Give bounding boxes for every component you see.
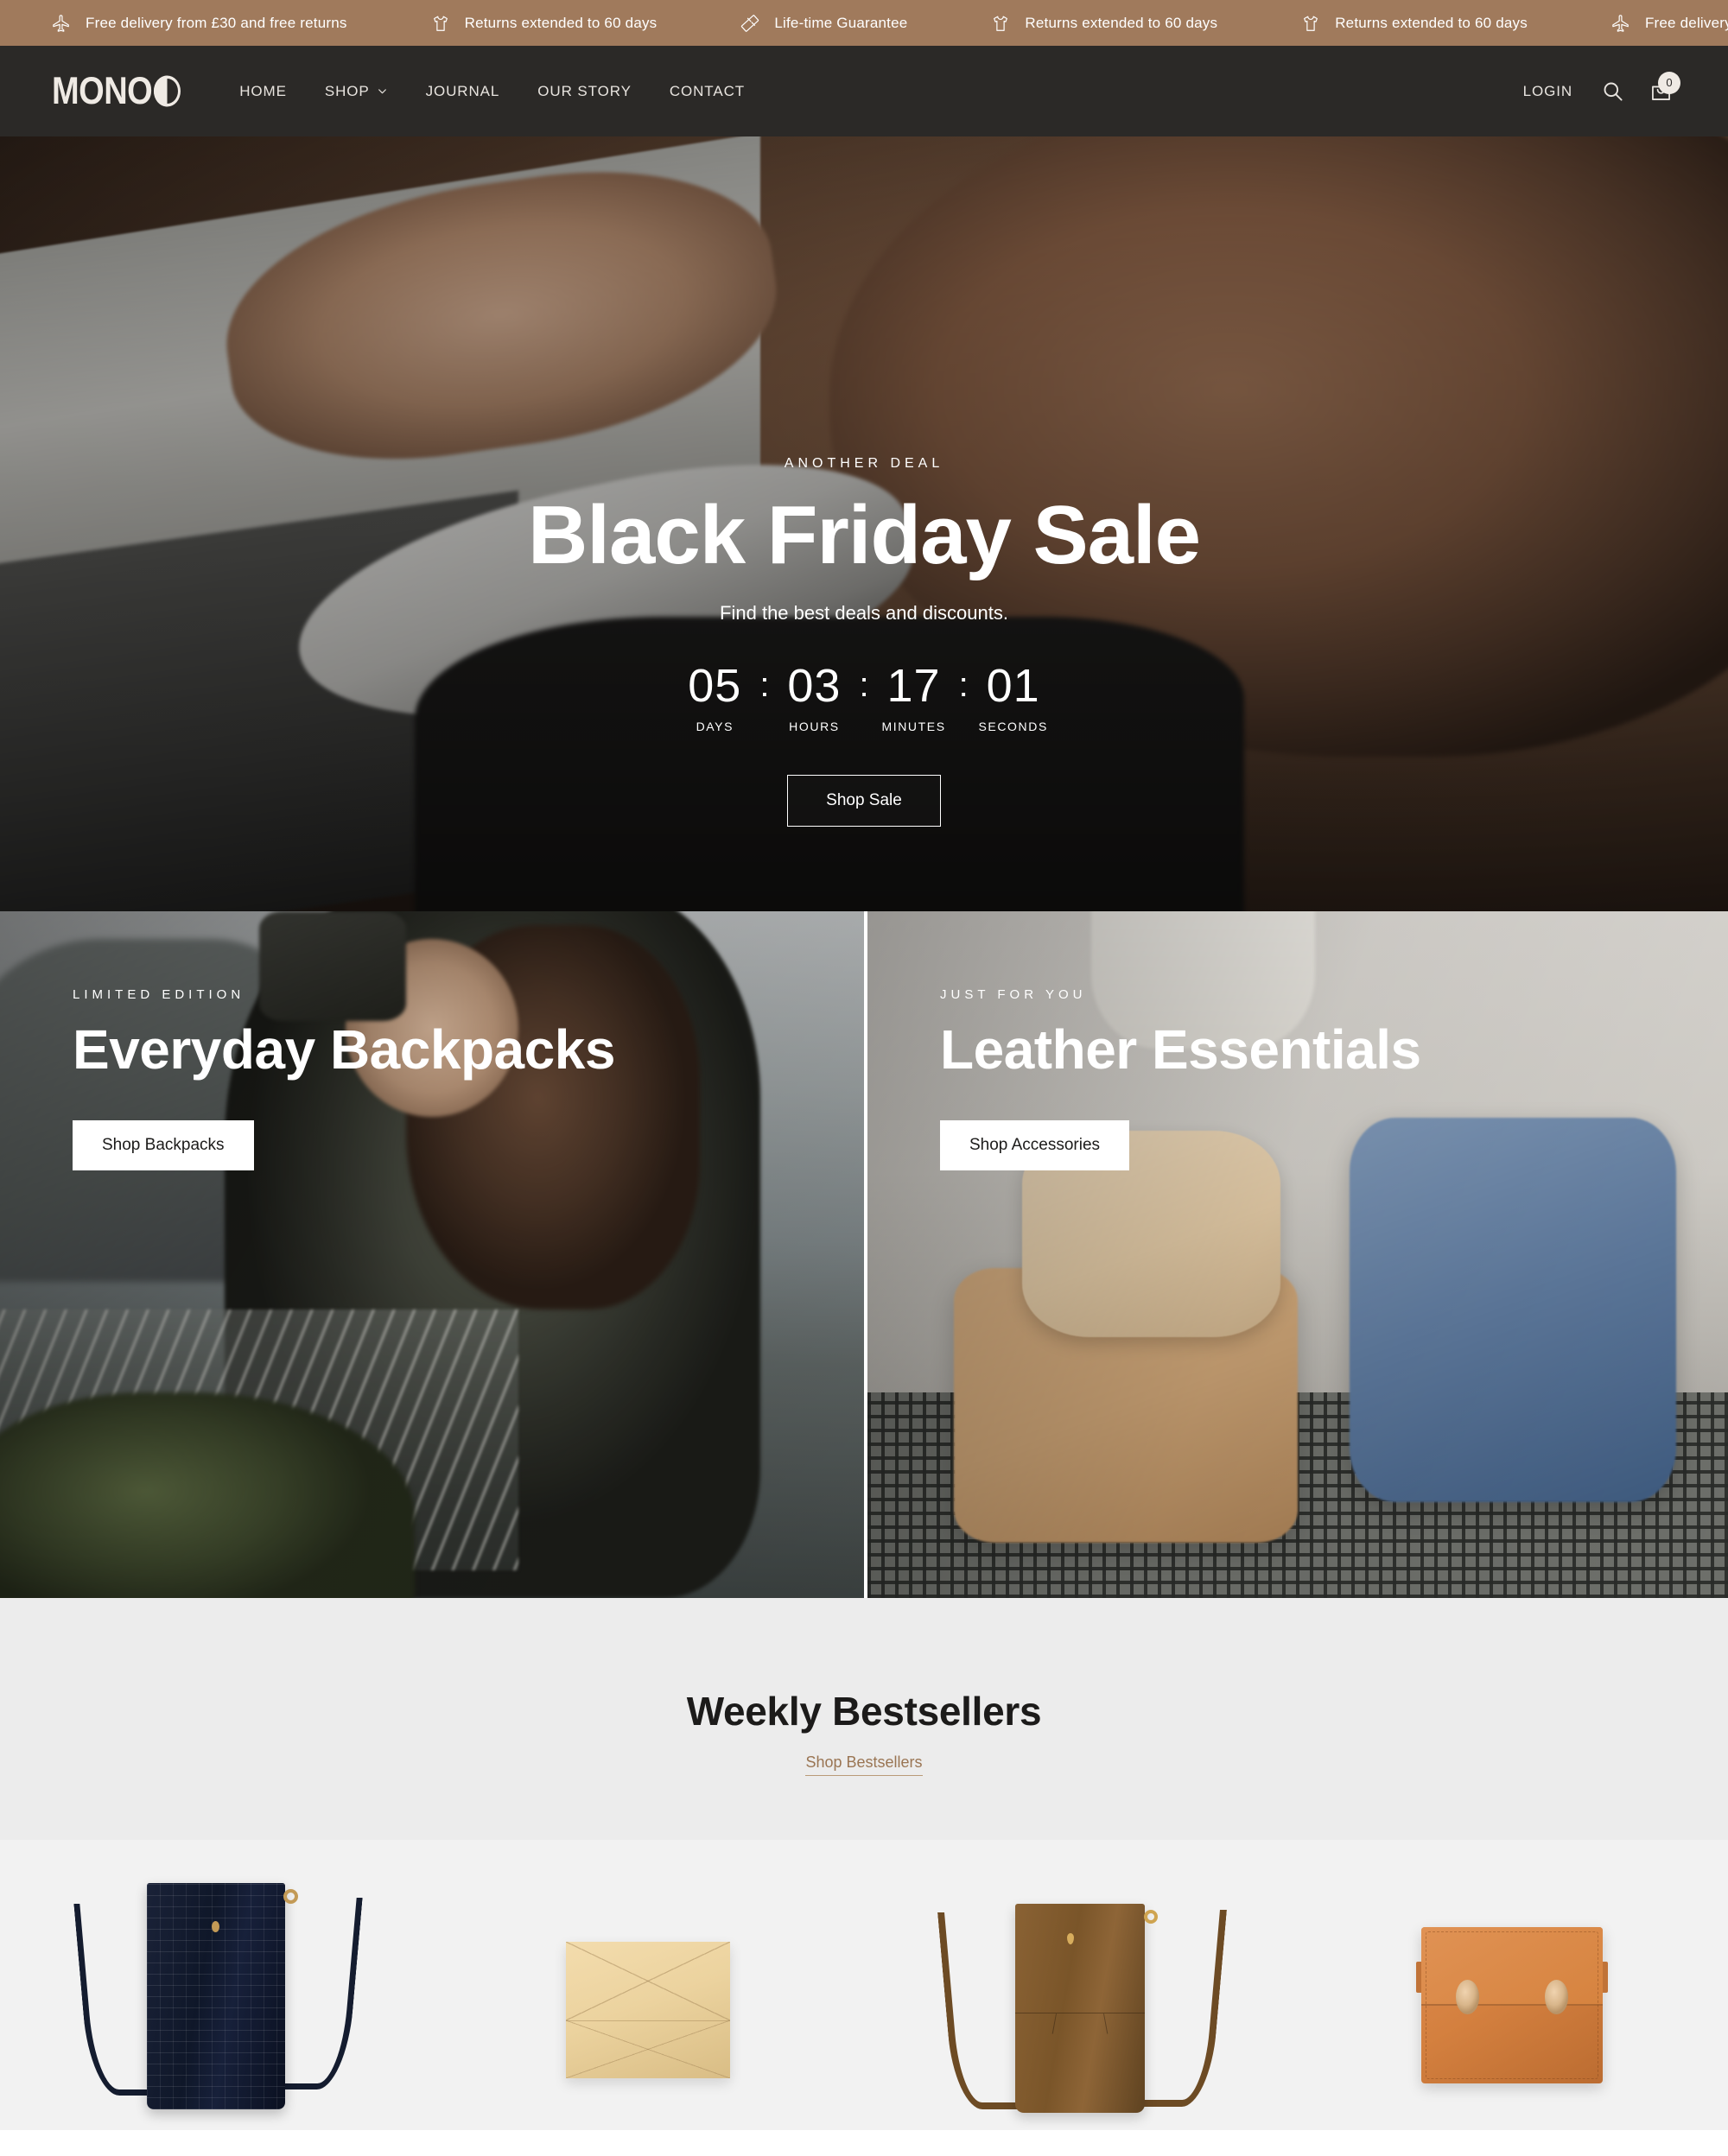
tshirt-icon	[1301, 14, 1320, 33]
logo-text: MONO	[52, 69, 153, 113]
countdown-label: HOURS	[789, 719, 840, 733]
announcement-text: Free delivery from £30 and free returns	[86, 14, 347, 31]
ruler-icon	[740, 14, 759, 33]
hero-banner: ANOTHER DEAL Black Friday Sale Find the …	[0, 136, 1728, 911]
announcement-text: Free delivery	[1644, 14, 1728, 31]
promo-accessories-content: JUST FOR YOU Leather Essentials Shop Acc…	[867, 911, 1728, 1171]
nav-item-contact[interactable]: CONTACT	[651, 83, 764, 100]
shop-bestsellers-link[interactable]: Shop Bestsellers	[805, 1753, 923, 1776]
product-image-cream-envelope-wallet	[432, 1840, 864, 2130]
cart-button[interactable]: 0	[1640, 71, 1681, 112]
product-card-cream-envelope-wallet[interactable]	[432, 1840, 864, 2130]
announcement-item: Life-time Guarantee	[740, 14, 991, 33]
search-icon	[1601, 79, 1624, 103]
countdown-days: 05 DAYS	[670, 663, 759, 733]
nav-item-home[interactable]: HOME	[220, 83, 306, 100]
hero-subtitle: Find the best deals and discounts.	[720, 601, 1008, 624]
promo-backpacks-content: LIMITED EDITION Everyday Backpacks Shop …	[0, 911, 864, 1171]
countdown-minutes: 17 MINUTES	[869, 663, 959, 733]
shop-backpacks-button[interactable]: Shop Backpacks	[73, 1120, 254, 1171]
tshirt-icon	[431, 14, 450, 33]
countdown-separator: :	[859, 665, 869, 704]
countdown-separator: :	[958, 665, 969, 704]
promo-eyebrow: JUST FOR YOU	[940, 987, 1087, 1002]
nav-label: CONTACT	[669, 82, 746, 99]
logo[interactable]: MONO	[52, 69, 181, 113]
nav-label: HOME	[239, 82, 287, 99]
nav-item-shop[interactable]: SHOP	[306, 83, 407, 100]
hero-title: Black Friday Sale	[527, 489, 1201, 581]
countdown-label: DAYS	[696, 719, 734, 733]
announcement-item: Returns extended to 60 days	[1301, 14, 1611, 33]
header-actions: LOGIN 0	[1504, 71, 1680, 112]
countdown-value: 05	[688, 659, 742, 712]
countdown-label: MINUTES	[881, 719, 946, 733]
announcement-item: Returns extended to 60 days	[991, 14, 1301, 33]
product-image-tan-leather-box-bag	[1296, 1840, 1728, 2130]
shop-sale-button[interactable]: Shop Sale	[787, 774, 941, 827]
login-link[interactable]: LOGIN	[1504, 83, 1591, 100]
tshirt-icon	[991, 14, 1010, 33]
countdown-timer: 05 DAYS : 03 HOURS : 17 MINUTES : 01 SEC…	[670, 663, 1058, 733]
countdown-separator: :	[759, 665, 770, 704]
announcement-bar: Free delivery from £30 and free returns …	[0, 0, 1728, 46]
bestsellers-section: Weekly Bestsellers Shop Bestsellers	[0, 1598, 1728, 2130]
countdown-hours: 03 HOURS	[769, 663, 859, 733]
promo-tiles: LIMITED EDITION Everyday Backpacks Shop …	[0, 911, 1728, 1598]
logo-moon-icon	[154, 75, 181, 107]
search-button[interactable]	[1591, 71, 1633, 112]
announcement-text: Life-time Guarantee	[774, 14, 908, 31]
product-grid	[0, 1840, 1728, 2130]
announcement-item: Returns extended to 60 days	[431, 14, 741, 33]
announcement-item: Free delivery from £30 and free returns	[52, 14, 431, 33]
announcement-track: Free delivery from £30 and free returns …	[0, 14, 1728, 33]
airplane-icon	[52, 14, 71, 33]
product-image-brown-suede-bucket-bag	[864, 1840, 1296, 2130]
product-card-navy-crocodile-bucket-bag[interactable]	[0, 1840, 432, 2130]
site-header: MONO HOME SHOP JOURNAL OUR STORY CONTACT…	[0, 46, 1728, 136]
product-card-brown-suede-bucket-bag[interactable]	[864, 1840, 1296, 2130]
countdown-seconds: 01 SECONDS	[969, 663, 1058, 733]
countdown-label: SECONDS	[978, 719, 1048, 733]
announcement-text: Returns extended to 60 days	[1025, 14, 1218, 31]
main-navigation: HOME SHOP JOURNAL OUR STORY CONTACT	[220, 83, 764, 100]
shop-accessories-button[interactable]: Shop Accessories	[940, 1120, 1130, 1171]
countdown-value: 17	[886, 659, 941, 712]
nav-item-journal[interactable]: JOURNAL	[407, 83, 519, 100]
promo-tile-accessories[interactable]: JUST FOR YOU Leather Essentials Shop Acc…	[864, 911, 1728, 1598]
countdown-value: 03	[787, 659, 842, 712]
countdown-value: 01	[986, 659, 1040, 712]
nav-label: SHOP	[324, 82, 370, 99]
hero-eyebrow: ANOTHER DEAL	[784, 456, 944, 471]
hero-content: ANOTHER DEAL Black Friday Sale Find the …	[0, 136, 1728, 911]
promo-title: Leather Essentials	[940, 1018, 1421, 1081]
announcement-item: Free delivery	[1611, 14, 1728, 33]
bestsellers-title: Weekly Bestsellers	[686, 1689, 1042, 1734]
airplane-icon	[1611, 14, 1630, 33]
nav-label: OUR STORY	[537, 82, 632, 99]
cart-count-badge: 0	[1658, 71, 1680, 94]
nav-item-our-story[interactable]: OUR STORY	[518, 83, 651, 100]
promo-title: Everyday Backpacks	[73, 1018, 615, 1081]
product-image-navy-crocodile-bucket-bag	[0, 1840, 432, 2130]
promo-tile-backpacks[interactable]: LIMITED EDITION Everyday Backpacks Shop …	[0, 911, 864, 1598]
chevron-down-icon	[377, 86, 388, 97]
nav-label: JOURNAL	[425, 82, 500, 99]
promo-eyebrow: LIMITED EDITION	[73, 987, 245, 1002]
announcement-text: Returns extended to 60 days	[1335, 14, 1528, 31]
product-card-tan-leather-box-bag[interactable]	[1296, 1840, 1728, 2130]
announcement-text: Returns extended to 60 days	[464, 14, 658, 31]
